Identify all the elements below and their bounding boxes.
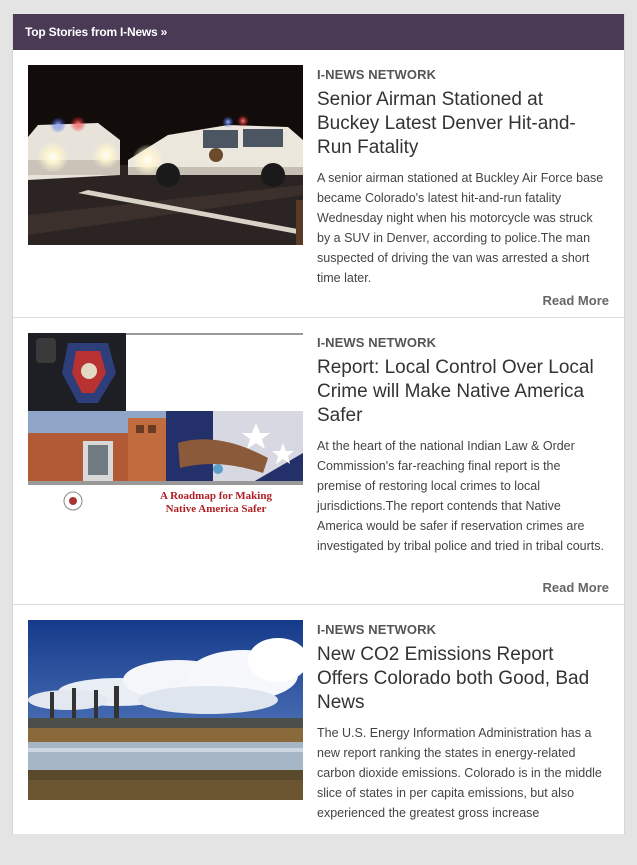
story-source[interactable]: I-NEWS NETWORK — [317, 335, 608, 350]
story-item: A Roadmap for Making Native America Safe… — [13, 318, 624, 605]
police-scene-image — [28, 65, 303, 245]
story-image-power-plant[interactable] — [28, 620, 303, 800]
read-more-link[interactable]: Read More — [543, 580, 609, 595]
power-plant-image — [28, 620, 303, 800]
read-more-link[interactable]: Read More — [543, 293, 609, 308]
story-title[interactable]: New CO2 Emissions Report Offers Colorado… — [317, 643, 608, 715]
story-title[interactable]: Senior Airman Stationed at Buckey Latest… — [317, 88, 608, 160]
roadmap-cover-image: A Roadmap for Making Native America Safe… — [28, 333, 303, 513]
story-image-police-cars[interactable] — [28, 65, 303, 245]
roadmap-caption-line1: A Roadmap for Making — [160, 490, 272, 502]
story-summary: A senior airman stationed at Buckley Air… — [317, 171, 604, 285]
story-source[interactable]: I-NEWS NETWORK — [317, 622, 608, 637]
story-source[interactable]: I-NEWS NETWORK — [317, 67, 608, 82]
section-title[interactable]: Top Stories from I-News » — [25, 25, 167, 39]
story-summary: The U.S. Energy Information Administrati… — [317, 726, 602, 820]
top-stories-panel: Top Stories from I-News » I-NEWS NETWORK… — [12, 14, 625, 834]
story-image-roadmap[interactable]: A Roadmap for Making Native America Safe… — [28, 333, 303, 513]
roadmap-caption-line2: Native America Safer — [166, 503, 267, 513]
story-item: I-NEWS NETWORK Senior Airman Stationed a… — [13, 50, 624, 318]
story-item: I-NEWS NETWORK New CO2 Emissions Report … — [13, 605, 624, 865]
story-title[interactable]: Report: Local Control Over Local Crime w… — [317, 356, 608, 428]
story-summary: At the heart of the national Indian Law … — [317, 439, 604, 553]
section-header[interactable]: Top Stories from I-News » — [13, 14, 624, 50]
